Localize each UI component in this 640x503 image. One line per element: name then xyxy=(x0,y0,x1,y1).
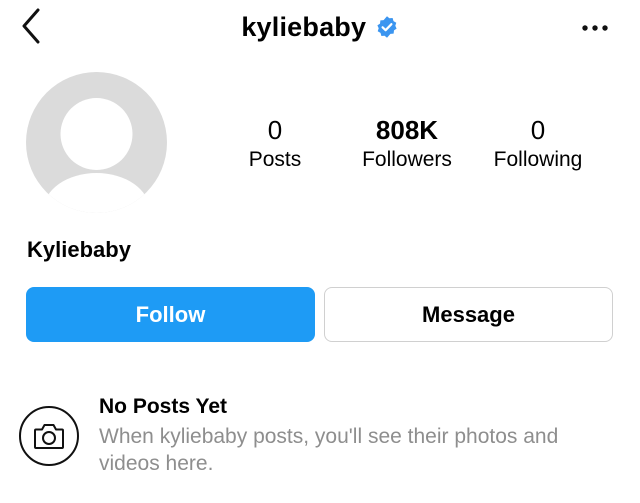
followers-count-label: Followers xyxy=(362,148,452,171)
title-wrap: kyliebaby xyxy=(0,12,640,43)
follow-button[interactable]: Follow xyxy=(26,287,315,342)
empty-state-description: When kyliebaby posts, you'll see their p… xyxy=(99,425,559,475)
following-count[interactable]: 0 Following xyxy=(468,114,608,174)
profile-name: Kyliebaby xyxy=(27,237,131,262)
avatar[interactable] xyxy=(26,72,167,213)
camera-icon xyxy=(34,424,64,449)
posts-count[interactable]: 0 Posts xyxy=(205,114,345,174)
more-horizontal-icon xyxy=(582,25,608,31)
default-avatar-icon xyxy=(26,72,167,213)
more-options-button[interactable] xyxy=(580,20,610,36)
profile-header: kyliebaby xyxy=(0,0,640,60)
page-title: kyliebaby xyxy=(241,12,367,42)
followers-count[interactable]: 808K Followers xyxy=(337,114,477,174)
verified-badge-icon xyxy=(377,15,397,38)
empty-state-title: No Posts Yet xyxy=(99,395,227,418)
posts-count-label: Posts xyxy=(248,148,302,171)
posts-count-value: 0 xyxy=(267,115,283,145)
followers-count-value: 808K xyxy=(375,115,439,145)
message-button[interactable]: Message xyxy=(324,287,613,342)
following-count-value: 0 xyxy=(530,115,546,145)
following-count-label: Following xyxy=(493,148,583,171)
camera-icon-circle xyxy=(19,406,79,466)
